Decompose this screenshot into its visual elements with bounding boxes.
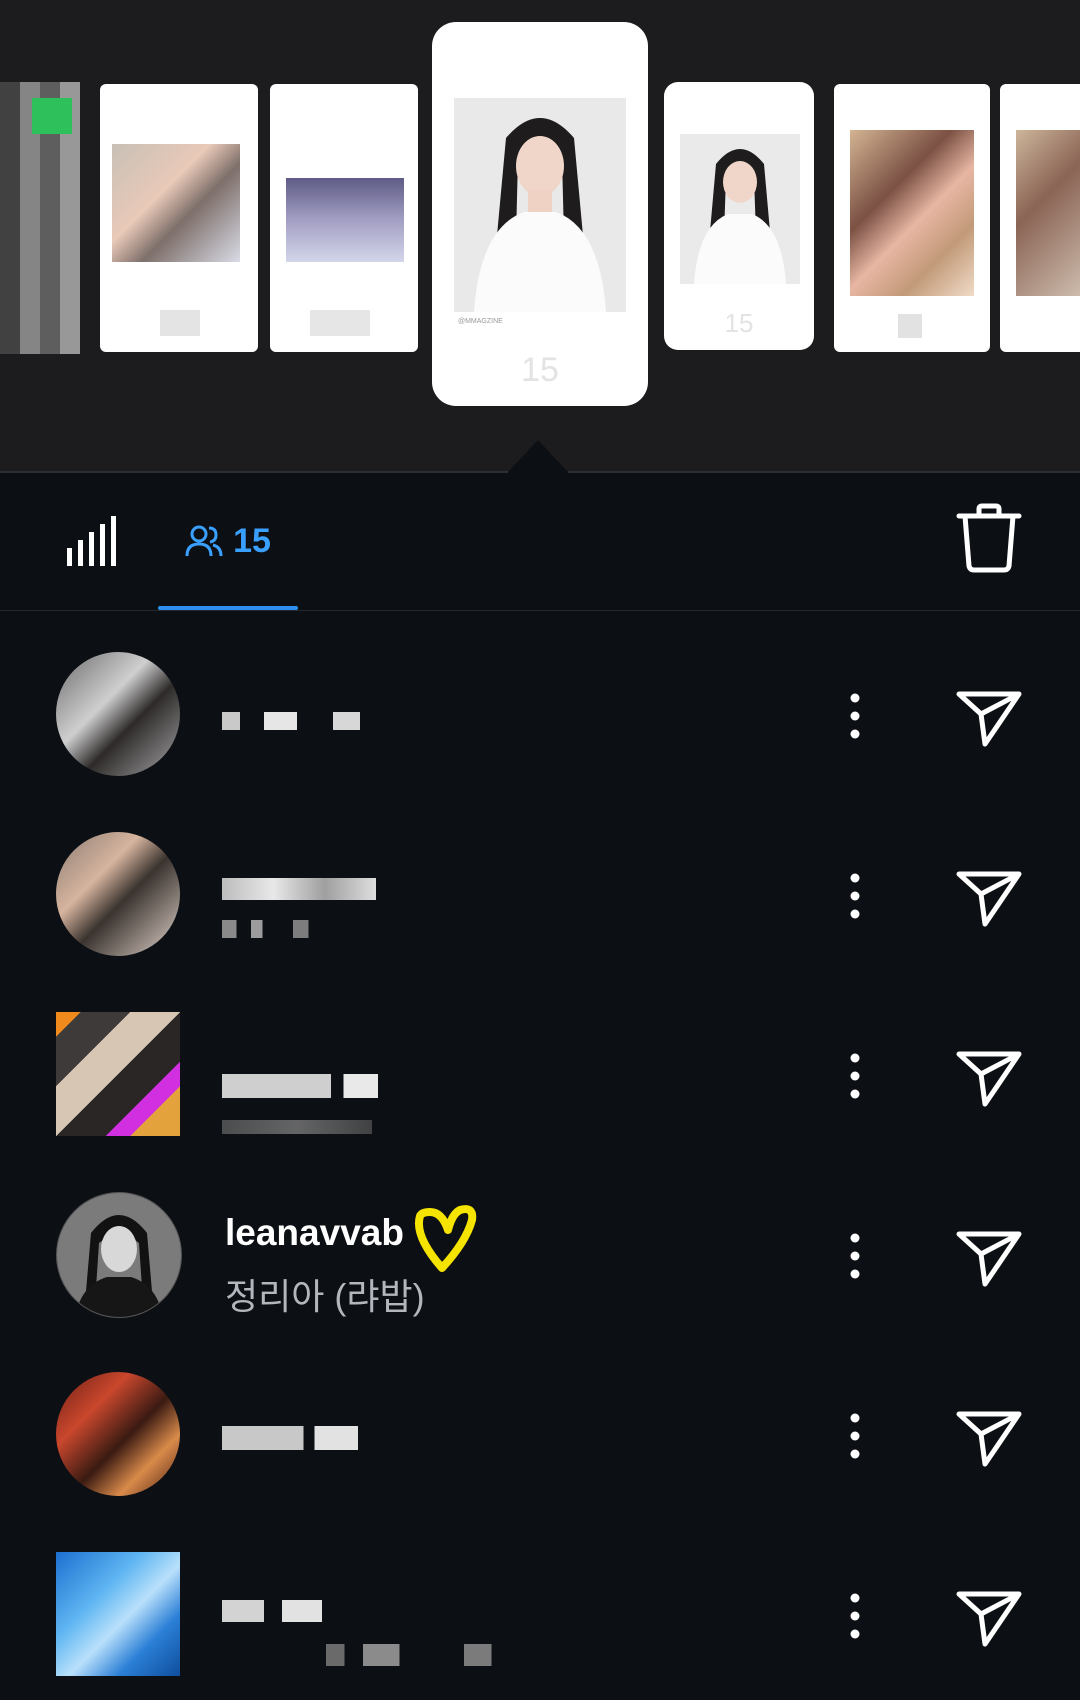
censored-username — [222, 878, 376, 900]
send-icon[interactable] — [955, 686, 1025, 750]
censored-fullname — [222, 1120, 372, 1134]
list-item[interactable]: leanavvab 정리아 (랴밥) — [0, 1152, 1080, 1332]
list-item[interactable] — [0, 792, 1080, 972]
thumbnail-credit: @MMAGZINE — [458, 318, 503, 325]
story-thumbnail[interactable] — [0, 82, 80, 354]
tab-viewers[interactable]: 15 — [158, 502, 298, 580]
trash-icon — [956, 503, 1022, 573]
viewer-username[interactable]: leanavvab — [225, 1212, 404, 1254]
list-item[interactable] — [0, 1512, 1080, 1692]
story-thumbnail[interactable] — [100, 84, 258, 352]
more-vertical-icon[interactable] — [835, 688, 875, 744]
thumbnail-image — [680, 134, 800, 284]
story-thumbnail-strip[interactable]: @MMAGZINE 15 15 — [0, 0, 1080, 472]
avatar[interactable] — [56, 1192, 182, 1318]
censored-username — [222, 1426, 358, 1450]
censored-username — [222, 712, 372, 730]
heart-drawing — [415, 1205, 477, 1272]
censored-username — [222, 1600, 322, 1622]
story-view-count: 15 — [521, 351, 559, 389]
story-thumbnail[interactable] — [834, 84, 990, 352]
story-thumbnail[interactable] — [1000, 84, 1080, 352]
list-item[interactable] — [0, 972, 1080, 1152]
viewer-full-name: 정리아 (랴밥) — [225, 1276, 425, 1317]
avatar[interactable] — [56, 1012, 180, 1136]
avatar[interactable] — [56, 1552, 180, 1676]
send-icon[interactable] — [955, 1046, 1025, 1110]
censored-username — [222, 1074, 378, 1098]
active-tab-indicator — [158, 606, 298, 610]
thumbnail-image — [112, 144, 240, 262]
story-view-count: 15 — [724, 308, 754, 338]
avatar[interactable] — [56, 832, 180, 956]
thumbnail-image — [286, 178, 404, 262]
send-icon[interactable] — [955, 1586, 1025, 1650]
story-thumbnail[interactable]: 15 — [664, 82, 814, 350]
more-vertical-icon[interactable] — [835, 1048, 875, 1104]
send-icon[interactable] — [955, 1406, 1025, 1470]
thumbnail-image — [454, 98, 626, 312]
viewers-count: 15 — [233, 521, 271, 560]
tab-insights[interactable] — [58, 512, 118, 572]
delete-story-button[interactable] — [955, 502, 1023, 574]
thumbnail-image — [850, 130, 974, 296]
send-icon[interactable] — [955, 866, 1025, 930]
list-item[interactable] — [0, 612, 1080, 792]
avatar[interactable] — [56, 652, 180, 776]
more-vertical-icon[interactable] — [835, 1588, 875, 1644]
censored-fullname — [222, 920, 318, 938]
censored-fullname — [326, 1644, 510, 1666]
story-thumbnail-active[interactable]: @MMAGZINE 15 — [432, 22, 648, 406]
list-item[interactable] — [0, 1332, 1080, 1512]
avatar[interactable] — [56, 1372, 180, 1496]
active-pointer — [508, 440, 568, 472]
viewer-tabs: 15 — [0, 472, 1080, 611]
more-vertical-icon[interactable] — [835, 1408, 875, 1464]
people-icon — [185, 525, 223, 557]
thumbnail-image — [1016, 130, 1080, 296]
send-icon[interactable] — [955, 1226, 1025, 1290]
more-vertical-icon[interactable] — [835, 868, 875, 924]
more-vertical-icon[interactable] — [835, 1228, 875, 1284]
story-thumbnail[interactable] — [270, 84, 418, 352]
bar-chart-icon — [67, 516, 116, 566]
